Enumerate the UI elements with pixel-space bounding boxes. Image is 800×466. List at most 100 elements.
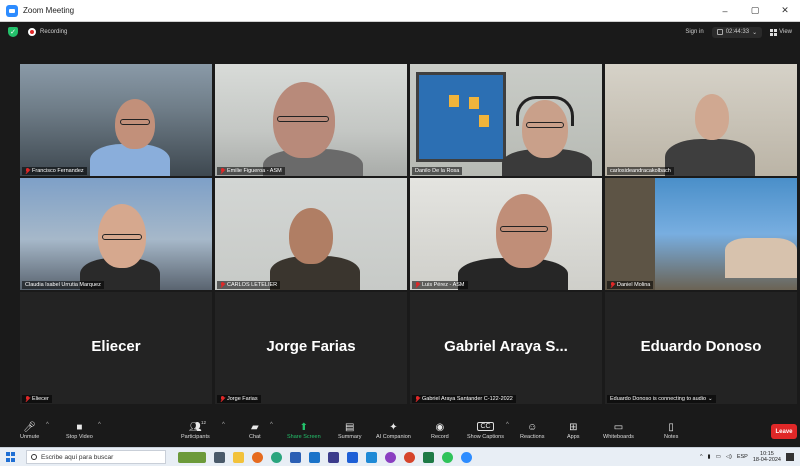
whiteboards-button[interactable]: ▭ Whiteboards bbox=[603, 420, 634, 441]
participants-button[interactable]: 👥︎ 12 Participants bbox=[181, 420, 210, 440]
mic-muted-icon bbox=[610, 282, 615, 288]
battery-icon[interactable]: ▭ bbox=[716, 454, 721, 460]
chat-options-chevron-icon[interactable]: ^ bbox=[270, 422, 273, 428]
timer-icon bbox=[716, 29, 723, 35]
show-captions-label: Show Captions bbox=[467, 434, 504, 440]
whatsapp-icon[interactable] bbox=[442, 451, 453, 463]
participant-tile[interactable]: Emilie Figueroa - ASM bbox=[215, 64, 407, 176]
timer-value: 02:44:33 bbox=[725, 29, 750, 35]
participant-tile-video-off[interactable]: Gabriel Araya S... Gabriel Araya Santand… bbox=[410, 292, 602, 404]
chrome-icon[interactable] bbox=[404, 451, 415, 463]
participant-tile[interactable]: Francisco Fernandez bbox=[20, 64, 212, 176]
ai-companion-button[interactable]: ✦ AI Companion bbox=[376, 420, 411, 441]
share-screen-icon: ⬆ bbox=[299, 421, 309, 433]
zoom-taskbar-icon[interactable] bbox=[461, 451, 472, 463]
participant-video bbox=[215, 64, 407, 176]
sparkle-icon: ✦ bbox=[389, 421, 398, 433]
participant-video bbox=[20, 64, 212, 176]
participant-tile-video-off[interactable]: Eliecer Eliecer bbox=[20, 292, 212, 404]
firefox-icon[interactable] bbox=[252, 451, 263, 463]
captions-options-chevron-icon[interactable]: ^ bbox=[506, 422, 509, 428]
view-label: View bbox=[779, 29, 792, 35]
participant-name-tag: CARLOS LETELIER bbox=[217, 281, 281, 289]
zoom-window: Zoom Meeting – ▢ ✕ Recording Sign in 02:… bbox=[0, 0, 800, 466]
whiteboards-label: Whiteboards bbox=[603, 434, 634, 440]
view-button[interactable]: View bbox=[770, 28, 792, 36]
sign-in-link[interactable]: Sign in bbox=[685, 29, 703, 35]
file-explorer-icon[interactable] bbox=[233, 451, 244, 463]
store-icon[interactable] bbox=[328, 451, 339, 463]
chevron-down-icon: ⌄ bbox=[752, 29, 758, 36]
chat-button[interactable]: ▰ Chat bbox=[249, 420, 261, 441]
unmute-button[interactable]: 🎤︎ Unmute bbox=[20, 420, 40, 441]
encryption-shield-icon[interactable] bbox=[8, 27, 18, 37]
taskbar-search-box[interactable]: Escribe aquí para buscar bbox=[26, 450, 166, 464]
share-screen-label: Share Screen bbox=[287, 434, 321, 440]
settings-icon[interactable] bbox=[385, 451, 396, 463]
close-button[interactable]: ✕ bbox=[770, 0, 800, 22]
meeting-timer[interactable]: 02:44:33 ⌄ bbox=[711, 26, 763, 38]
participant-name: Danilo De la Rosa bbox=[415, 168, 460, 174]
grid-view-icon bbox=[770, 28, 778, 36]
meeting-status-bar: Recording Sign in 02:44:33 ⌄ View bbox=[0, 22, 800, 42]
participant-display-name: Eduardo Donoso bbox=[640, 338, 762, 355]
network-icon[interactable]: ▮ bbox=[708, 454, 711, 460]
apps-button[interactable]: ⊞ Apps bbox=[567, 420, 580, 441]
share-screen-button[interactable]: ⬆ Share Screen bbox=[287, 420, 321, 441]
participant-name: Gabriel Araya Santander C-122-2022 bbox=[422, 396, 513, 402]
volume-icon[interactable]: ◁) bbox=[726, 454, 732, 460]
participants-icon: 👥︎ 12 bbox=[189, 420, 207, 433]
recording-icon bbox=[28, 28, 36, 36]
participants-options-chevron-icon[interactable]: ^ bbox=[222, 422, 225, 428]
weather-widget-icon[interactable] bbox=[178, 451, 206, 463]
participant-tile[interactable]: Luis Pérez - ASM bbox=[410, 178, 602, 290]
participant-name: Eliecer bbox=[32, 396, 49, 402]
record-button[interactable]: ◉ Record bbox=[431, 420, 449, 441]
unmute-label: Unmute bbox=[20, 434, 40, 440]
taskbar-clock[interactable]: 10:15 18-04-2024 bbox=[753, 451, 781, 463]
notes-button[interactable]: ▯ Notes bbox=[664, 420, 679, 441]
participant-tile-active-speaker[interactable]: Danilo De la Rosa bbox=[410, 64, 602, 176]
participant-tile-video-off[interactable]: Jorge Farias Jorge Farias bbox=[215, 292, 407, 404]
participant-name-tag: Danilo De la Rosa bbox=[412, 167, 463, 175]
participant-video bbox=[605, 178, 797, 290]
title-bar: Zoom Meeting – ▢ ✕ bbox=[0, 0, 800, 22]
recording-label[interactable]: Recording bbox=[40, 29, 67, 35]
edge-icon[interactable] bbox=[271, 451, 282, 463]
participant-tile[interactable]: carlosideandracakolbach bbox=[605, 64, 797, 176]
stop-video-label: Stop Video bbox=[66, 434, 93, 440]
reactions-button[interactable]: ☺ Reactions bbox=[520, 420, 544, 441]
minimize-button[interactable]: – bbox=[710, 0, 740, 22]
windows-start-icon[interactable] bbox=[6, 452, 16, 462]
summary-button[interactable]: ▤ Summary bbox=[338, 420, 362, 441]
participant-name: Emilie Figueroa - ASM bbox=[227, 168, 282, 174]
show-captions-button[interactable]: CC Show Captions bbox=[467, 420, 504, 440]
audio-options-chevron-icon[interactable]: ^ bbox=[46, 422, 49, 428]
taskbar-search-placeholder: Escribe aquí para buscar bbox=[41, 453, 114, 461]
background-poster bbox=[416, 72, 506, 162]
word-icon[interactable] bbox=[290, 451, 301, 463]
video-options-chevron-icon[interactable]: ^ bbox=[98, 422, 101, 428]
participant-video bbox=[605, 64, 797, 176]
outlook-icon[interactable] bbox=[309, 451, 320, 463]
participant-tile[interactable]: Daniel Molina bbox=[605, 178, 797, 290]
chevron-up-icon[interactable]: ^ bbox=[700, 454, 703, 460]
dropbox-icon[interactable] bbox=[347, 451, 358, 463]
notes-label: Notes bbox=[664, 434, 679, 440]
task-view-icon[interactable] bbox=[214, 451, 225, 463]
stop-video-button[interactable]: ■ Stop Video bbox=[66, 420, 93, 441]
participant-tile[interactable]: CARLOS LETELIER bbox=[215, 178, 407, 290]
system-tray: ^ ▮ ▭ ◁) ESP 10:15 18-04-2024 bbox=[700, 451, 800, 463]
notifications-icon[interactable] bbox=[786, 453, 794, 461]
maximize-button[interactable]: ▢ bbox=[740, 0, 770, 22]
mic-muted-icon bbox=[415, 282, 420, 288]
excel-icon[interactable] bbox=[423, 451, 434, 463]
leave-button[interactable]: Leave bbox=[771, 424, 797, 439]
participant-tile-video-off[interactable]: Eduardo Donoso Eduardo Donoso is connect… bbox=[605, 292, 797, 404]
participant-name: Jorge Farias bbox=[227, 396, 258, 402]
participant-display-name: Eliecer bbox=[91, 338, 141, 355]
mail-icon[interactable] bbox=[366, 451, 377, 463]
participant-tile[interactable]: Claudia Isabel Urrutia Marquez bbox=[20, 178, 212, 290]
language-indicator[interactable]: ESP bbox=[737, 454, 748, 460]
participant-name-tag: carlosideandracakolbach bbox=[607, 167, 674, 175]
